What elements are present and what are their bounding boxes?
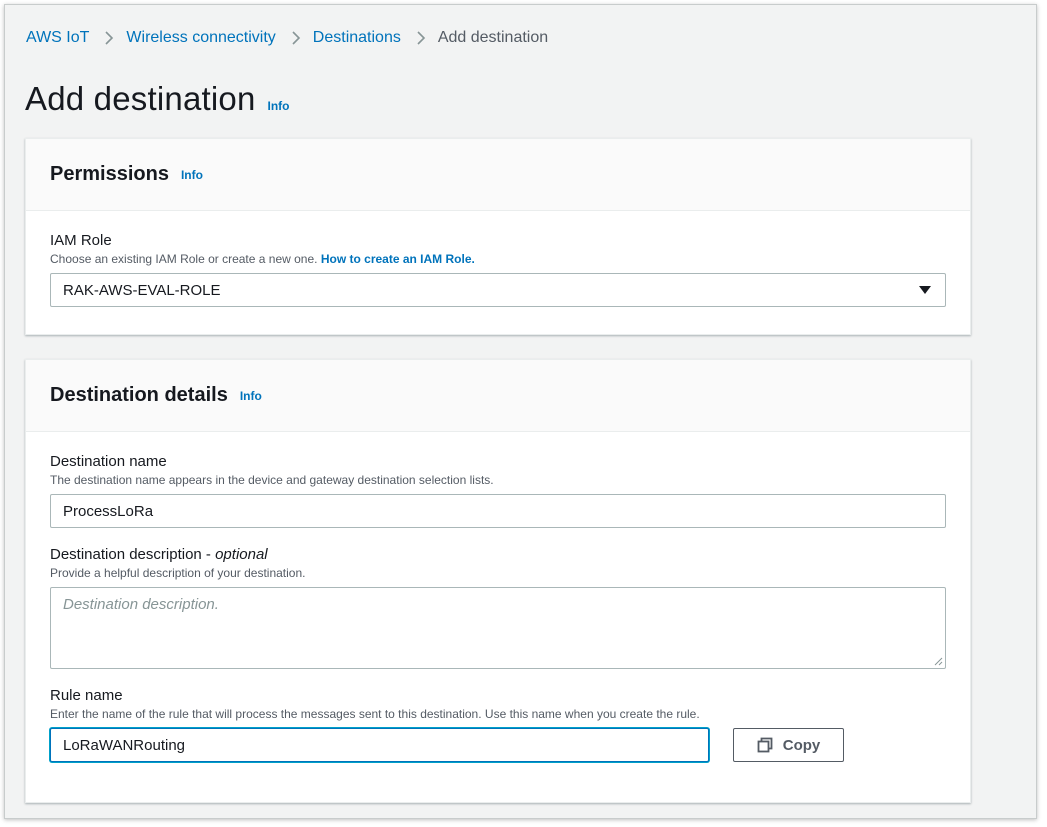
chevron-right-icon xyxy=(104,30,114,46)
destination-description-label: Destination description - optional xyxy=(50,545,946,565)
iam-role-description-text: Choose an existing IAM Role or create a … xyxy=(50,252,321,266)
destination-details-panel-header: Destination details Info xyxy=(26,360,970,432)
copy-icon xyxy=(757,737,773,753)
destination-name-label: Destination name xyxy=(50,453,167,470)
rule-name-row: Copy xyxy=(50,728,946,762)
resize-handle-icon[interactable] xyxy=(933,656,943,666)
destination-details-info-link[interactable]: Info xyxy=(240,389,262,403)
copy-button-label: Copy xyxy=(782,736,821,754)
breadcrumb-wireless-connectivity[interactable]: Wireless connectivity xyxy=(126,27,275,49)
console-frame: AWS IoT Wireless connectivity Destinatio… xyxy=(4,4,1037,819)
permissions-panel: Permissions Info IAM Role Choose an exis… xyxy=(25,138,971,335)
permissions-title: Permissions xyxy=(50,163,169,185)
rule-name-label: Rule name xyxy=(50,687,123,704)
rule-name-description: Enter the name of the rule that will pro… xyxy=(50,707,700,721)
permissions-panel-header: Permissions Info xyxy=(26,139,970,211)
destination-details-panel: Destination details Info Destination nam… xyxy=(25,359,971,803)
destination-description-help: Provide a helpful description of your de… xyxy=(50,566,306,580)
breadcrumb-destinations[interactable]: Destinations xyxy=(313,27,401,49)
rule-name-input[interactable] xyxy=(50,728,709,762)
iam-role-help-link[interactable]: How to create an IAM Role. xyxy=(321,252,475,266)
destination-details-title: Destination details xyxy=(50,384,228,406)
page-title: Add destination xyxy=(25,80,256,117)
optional-tag: optional xyxy=(215,546,268,563)
caret-down-icon xyxy=(919,286,931,294)
destination-name-description: The destination name appears in the devi… xyxy=(50,473,494,487)
breadcrumb: AWS IoT Wireless connectivity Destinatio… xyxy=(26,27,548,49)
destination-description-placeholder: Destination description. xyxy=(63,596,219,613)
permissions-panel-body: IAM Role Choose an existing IAM Role or … xyxy=(26,211,970,307)
destination-description-label-text: Destination description - xyxy=(50,546,216,563)
iam-role-select[interactable]: RAK-AWS-EVAL-ROLE xyxy=(50,273,946,307)
chevron-right-icon xyxy=(291,30,301,46)
copy-button[interactable]: Copy xyxy=(733,728,844,762)
breadcrumb-aws-iot[interactable]: AWS IoT xyxy=(26,27,89,49)
iam-role-selected-value: RAK-AWS-EVAL-ROLE xyxy=(63,281,221,299)
page-header: Add destination Info xyxy=(25,77,290,121)
iam-role-description: Choose an existing IAM Role or create a … xyxy=(50,251,946,267)
destination-details-panel-body: Destination name The destination name ap… xyxy=(26,432,970,762)
destination-name-input[interactable] xyxy=(50,494,946,528)
permissions-info-link[interactable]: Info xyxy=(181,168,203,182)
page-info-link[interactable]: Info xyxy=(268,99,290,113)
breadcrumb-current: Add destination xyxy=(437,29,549,46)
chevron-right-icon xyxy=(416,30,426,46)
iam-role-label: IAM Role xyxy=(50,232,112,249)
destination-description-textarea[interactable]: Destination description. xyxy=(50,587,946,669)
